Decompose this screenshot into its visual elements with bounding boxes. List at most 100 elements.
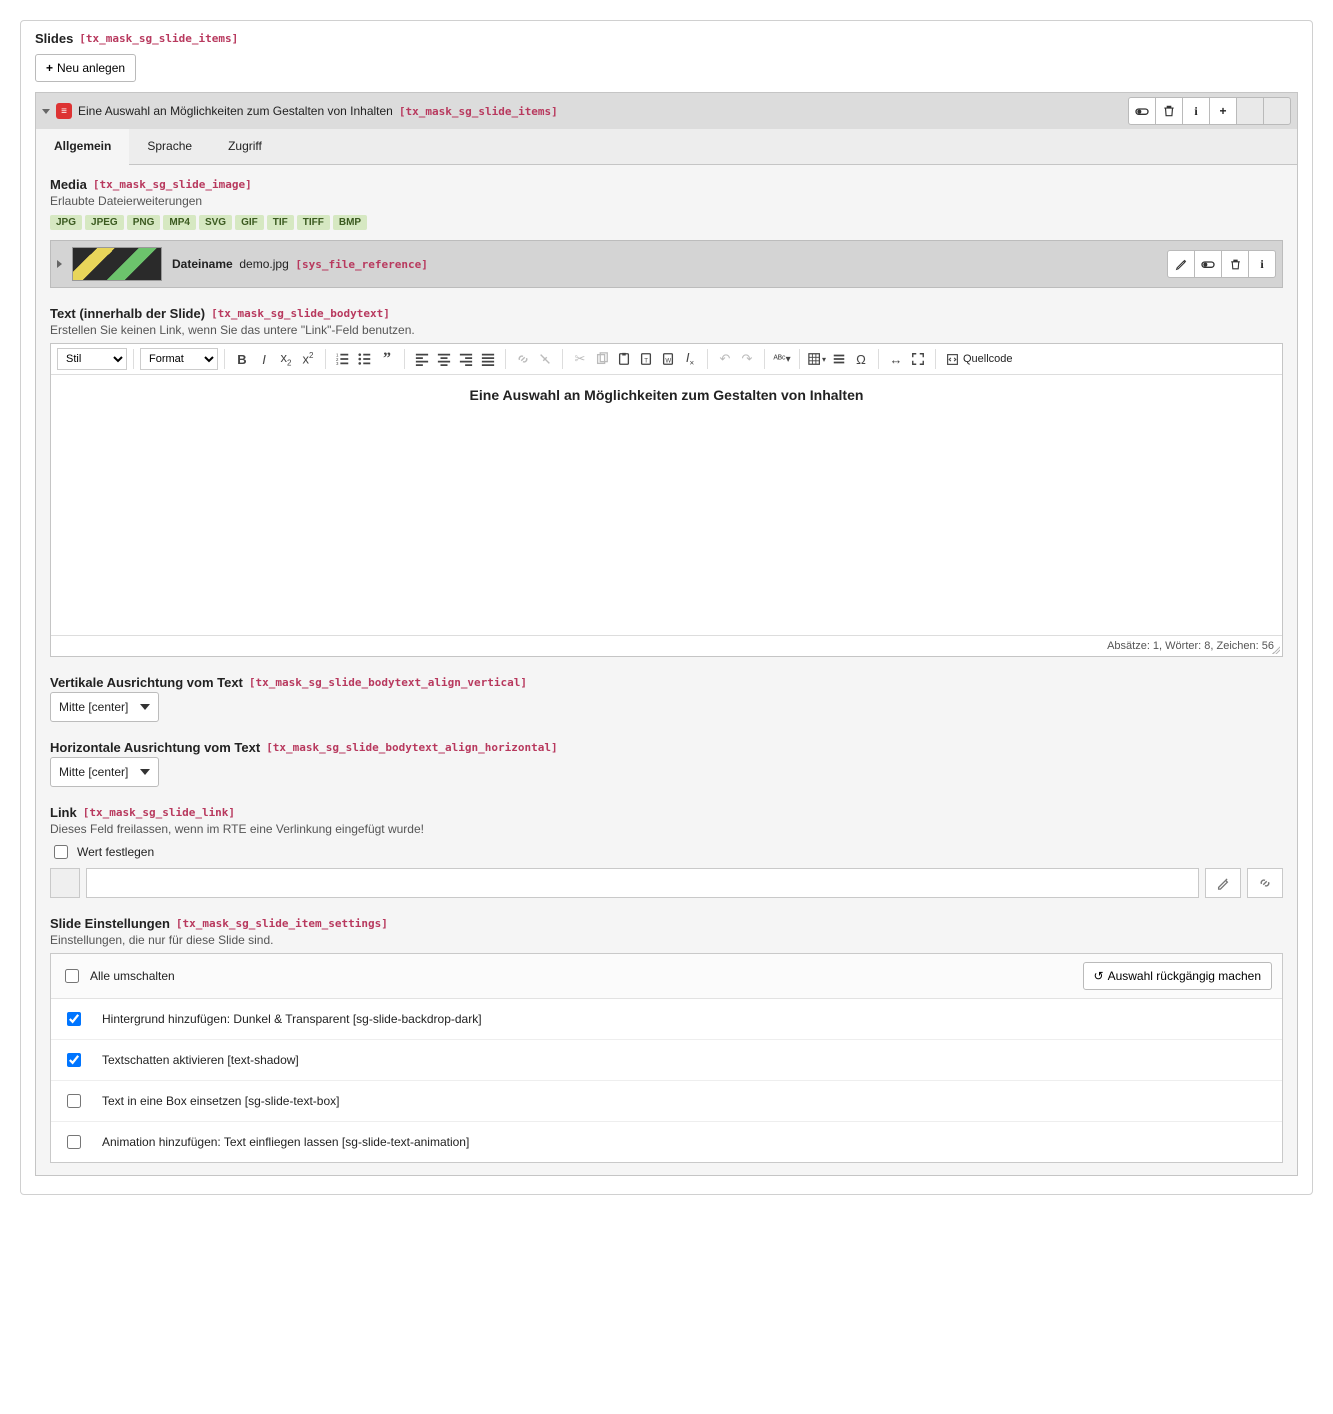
valign-select[interactable]: Mitte [center] xyxy=(50,692,159,722)
ext-chip: GIF xyxy=(235,215,264,230)
media-techname: [tx_mask_sg_slide_image] xyxy=(93,178,252,191)
rte-source-button[interactable]: Quellcode xyxy=(942,353,1017,366)
rte-table-button[interactable]: ▾ xyxy=(806,348,828,370)
ext-chip: TIFF xyxy=(297,215,330,230)
settings-option-row[interactable]: Animation hinzufügen: Text einfliegen la… xyxy=(51,1121,1282,1162)
halign-techname: [tx_mask_sg_slide_bodytext_align_horizon… xyxy=(266,741,557,754)
rte-unlink-button[interactable] xyxy=(534,348,556,370)
settings-undo-label: Auswahl rückgängig machen xyxy=(1108,969,1261,983)
link-techname: [tx_mask_sg_slide_link] xyxy=(83,806,235,819)
rte-align-right-button[interactable] xyxy=(455,348,477,370)
rte-align-center-button[interactable] xyxy=(433,348,455,370)
rte-softhyphen-button[interactable]: ↔ xyxy=(885,348,907,370)
plus-icon: + xyxy=(1219,104,1226,118)
create-slide-button[interactable]: + Neu anlegen xyxy=(35,54,136,82)
settings-techname: [tx_mask_sg_slide_item_settings] xyxy=(176,917,388,930)
rte-bold-button[interactable]: B xyxy=(231,348,253,370)
link-set-value-checkbox[interactable] xyxy=(54,845,68,859)
remove-format-icon: I× xyxy=(686,350,694,368)
rte-spellcheck-button[interactable]: ᴬᴮᶜ▾ xyxy=(771,348,793,370)
redo-icon: ↷ xyxy=(742,351,753,367)
slide-item-header[interactable]: ≡ Eine Auswahl an Möglichkeiten zum Gest… xyxy=(35,92,1298,129)
link-browser-button[interactable] xyxy=(1247,868,1283,898)
rte-undo-button[interactable]: ↶ xyxy=(714,348,736,370)
settings-option-row[interactable]: Textschatten aktivieren [text-shadow] xyxy=(51,1039,1282,1080)
move-down-button[interactable] xyxy=(1263,97,1291,125)
settings-option-label: Text in eine Box einsetzen [sg-slide-tex… xyxy=(102,1094,339,1108)
settings-option-label: Textschatten aktivieren [text-shadow] xyxy=(102,1053,299,1067)
tab-access[interactable]: Zugriff xyxy=(210,129,280,164)
rte-style-select[interactable]: Stil xyxy=(57,348,127,370)
text-techname: [tx_mask_sg_slide_bodytext] xyxy=(211,307,390,320)
rte-specialchar-button[interactable]: Ω xyxy=(850,348,872,370)
rte-hr-button[interactable] xyxy=(828,348,850,370)
settings-toggle-all-checkbox[interactable] xyxy=(65,969,79,983)
rte-ordered-list-button[interactable]: 123 xyxy=(332,348,354,370)
quote-icon: ” xyxy=(383,350,391,368)
eye-toggle-icon xyxy=(1200,256,1216,272)
add-button[interactable]: + xyxy=(1209,97,1237,125)
file-reference-row[interactable]: Dateiname demo.jpg [sys_file_reference] xyxy=(50,240,1283,288)
source-icon xyxy=(946,353,959,366)
rte-remove-format-button[interactable]: I× xyxy=(679,348,701,370)
file-info-button[interactable]: i xyxy=(1248,250,1276,278)
move-up-button[interactable] xyxy=(1236,97,1264,125)
superscript-icon: x2 xyxy=(303,351,314,366)
rte-superscript-button[interactable]: x2 xyxy=(297,348,319,370)
settings-toggle-all-row[interactable]: Alle umschalten xyxy=(61,966,175,986)
link-prefix-box xyxy=(50,868,80,898)
edit-file-button[interactable] xyxy=(1167,250,1195,278)
eye-toggle-icon xyxy=(1134,103,1150,119)
collapse-caret-icon xyxy=(42,109,50,114)
halign-select[interactable]: Mitte [center] xyxy=(50,757,159,787)
valign-value: Mitte [center] xyxy=(59,700,128,714)
rte-content-area[interactable]: Eine Auswahl an Möglichkeiten zum Gestal… xyxy=(51,375,1282,635)
link-input[interactable] xyxy=(86,868,1199,898)
align-left-icon xyxy=(415,352,429,366)
rte-blockquote-button[interactable]: ” xyxy=(376,348,398,370)
link-wizard-button[interactable] xyxy=(1205,868,1241,898)
rte-cut-button[interactable]: ✂ xyxy=(569,348,591,370)
info-icon: i xyxy=(1260,257,1263,272)
ext-chip: JPEG xyxy=(85,215,124,230)
wizard-icon xyxy=(1216,876,1230,890)
ext-chip: JPG xyxy=(50,215,82,230)
rte-content-heading: Eine Auswahl an Möglichkeiten zum Gestal… xyxy=(63,387,1270,403)
slide-tabs: Allgemein Sprache Zugriff xyxy=(36,129,1297,165)
delete-button[interactable] xyxy=(1155,97,1183,125)
rte-subscript-button[interactable]: x2 xyxy=(275,348,297,370)
slide-item-techname: [tx_mask_sg_slide_items] xyxy=(399,105,558,118)
rte-paste-button[interactable] xyxy=(613,348,635,370)
rte-unordered-list-button[interactable] xyxy=(354,348,376,370)
align-justify-icon xyxy=(481,352,495,366)
settings-option-row[interactable]: Hintergrund hinzufügen: Dunkel & Transpa… xyxy=(51,999,1282,1039)
settings-undo-button[interactable]: ↺ Auswahl rückgängig machen xyxy=(1083,962,1272,990)
rte-maximize-button[interactable] xyxy=(907,348,929,370)
visibility-toggle-button[interactable] xyxy=(1128,97,1156,125)
link-hint: Dieses Feld freilassen, wenn im RTE eine… xyxy=(50,822,1283,836)
slide-item-title: Eine Auswahl an Möglichkeiten zum Gestal… xyxy=(78,104,393,118)
rte-align-left-button[interactable] xyxy=(411,348,433,370)
settings-option-row[interactable]: Text in eine Box einsetzen [sg-slide-tex… xyxy=(51,1080,1282,1121)
rte-paste-word-button[interactable]: W xyxy=(657,348,679,370)
settings-option-checkbox[interactable] xyxy=(67,1012,81,1026)
rte-paste-text-button[interactable]: T xyxy=(635,348,657,370)
file-delete-button[interactable] xyxy=(1221,250,1249,278)
settings-option-checkbox[interactable] xyxy=(67,1094,81,1108)
italic-icon: I xyxy=(262,352,266,367)
rte-link-button[interactable] xyxy=(512,348,534,370)
tab-general[interactable]: Allgemein xyxy=(36,129,129,165)
settings-option-checkbox[interactable] xyxy=(67,1053,81,1067)
settings-toggle-all-label: Alle umschalten xyxy=(90,969,175,983)
slides-techname: [tx_mask_sg_slide_items] xyxy=(79,32,238,45)
rte-redo-button[interactable]: ↷ xyxy=(736,348,758,370)
rte-format-select[interactable]: Format xyxy=(140,348,218,370)
tab-language[interactable]: Sprache xyxy=(129,129,210,164)
settings-option-checkbox[interactable] xyxy=(67,1135,81,1149)
rte-copy-button[interactable] xyxy=(591,348,613,370)
rte-italic-button[interactable]: I xyxy=(253,348,275,370)
link-set-value-row[interactable]: Wert festlegen xyxy=(50,842,1283,862)
rte-align-justify-button[interactable] xyxy=(477,348,499,370)
file-visibility-button[interactable] xyxy=(1194,250,1222,278)
info-button[interactable]: i xyxy=(1182,97,1210,125)
